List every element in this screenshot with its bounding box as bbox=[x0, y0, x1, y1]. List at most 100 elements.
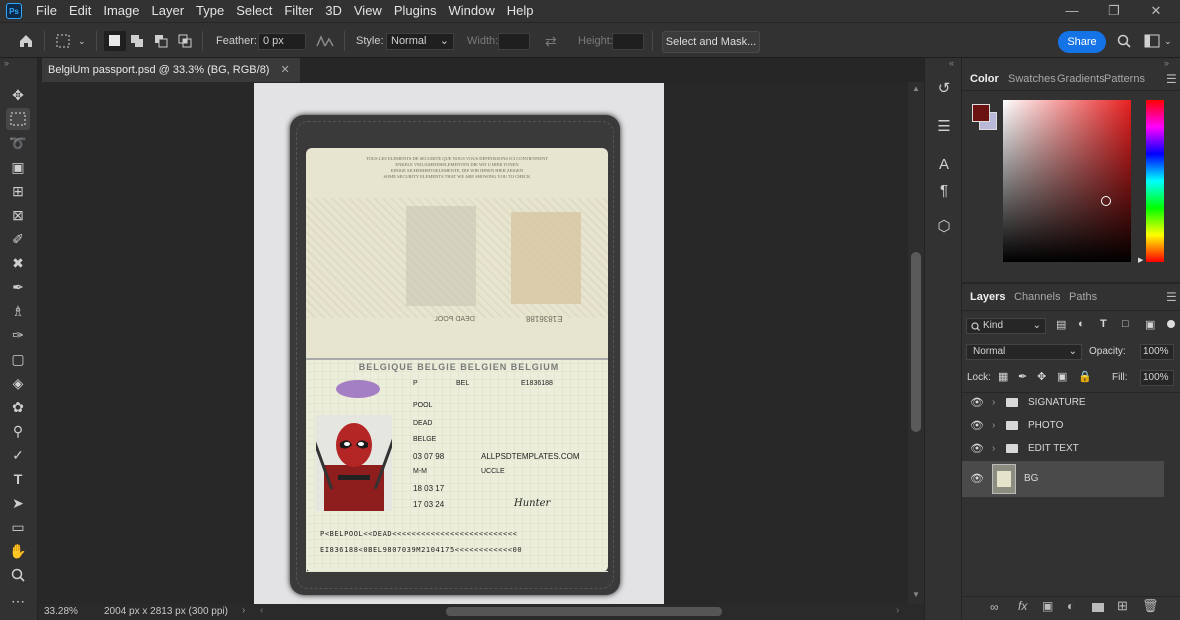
marquee-icon[interactable] bbox=[6, 108, 30, 130]
select-and-mask-button[interactable]: Select and Mask... bbox=[662, 31, 760, 53]
search-icon[interactable] bbox=[1117, 34, 1131, 48]
fill-input[interactable]: 100% bbox=[1140, 370, 1174, 386]
filter-adjustment-icon[interactable]: ◐ bbox=[1078, 318, 1085, 330]
scroll-left-icon[interactable]: ‹ bbox=[260, 605, 263, 616]
tab-layers[interactable]: Layers bbox=[970, 288, 1005, 306]
lock-artboard-icon[interactable]: ▣ bbox=[1057, 370, 1067, 383]
new-selection-button[interactable] bbox=[104, 31, 126, 51]
close-tab-icon[interactable]: ✕ bbox=[281, 64, 290, 76]
eye-icon[interactable]: 👁 bbox=[970, 438, 984, 460]
type-icon[interactable]: T bbox=[6, 468, 30, 490]
layer-style-icon[interactable]: fx bbox=[1018, 599, 1027, 613]
brush-icon[interactable]: ✒ bbox=[6, 276, 30, 298]
menu-select[interactable]: Select bbox=[230, 0, 278, 22]
pen-icon[interactable]: ✓ bbox=[6, 444, 30, 466]
workspace-icon[interactable] bbox=[1144, 34, 1160, 48]
chevron-down-icon[interactable]: ⌄ bbox=[1164, 23, 1172, 59]
filter-kind-select[interactable]: Kind ⌄ bbox=[966, 318, 1046, 334]
layer-row-signature[interactable]: 👁 › SIGNATURE bbox=[962, 392, 1164, 414]
healing-brush-icon[interactable]: ✖ bbox=[6, 252, 30, 274]
hue-slider-handle[interactable]: ▶ bbox=[1138, 256, 1143, 264]
foreground-color-swatch[interactable] bbox=[972, 104, 990, 122]
hue-slider[interactable] bbox=[1146, 100, 1164, 262]
path-selection-icon[interactable]: ➤ bbox=[6, 492, 30, 514]
lock-pixels-icon[interactable]: ✒ bbox=[1018, 370, 1027, 383]
crop-icon[interactable]: ⊞ bbox=[6, 180, 30, 202]
menu-view[interactable]: View bbox=[348, 0, 388, 22]
hand-icon[interactable]: ✋ bbox=[6, 540, 30, 562]
add-selection-icon[interactable] bbox=[130, 34, 144, 48]
style-select[interactable]: Normal ⌄ bbox=[386, 33, 454, 50]
feather-input[interactable]: 0 px bbox=[258, 33, 306, 50]
filter-image-icon[interactable]: ▤ bbox=[1056, 318, 1066, 331]
filter-type-icon[interactable]: T bbox=[1100, 318, 1107, 330]
menu-window[interactable]: Window bbox=[442, 0, 500, 22]
new-layer-icon[interactable]: ⊞ bbox=[1117, 598, 1128, 614]
clone-stamp-icon[interactable]: ♗ bbox=[6, 300, 30, 322]
3d-icon[interactable]: ⬡ bbox=[933, 216, 955, 238]
filter-smart-object-icon[interactable]: ▣ bbox=[1145, 318, 1155, 331]
dodge-icon[interactable]: ⚲ bbox=[6, 420, 30, 442]
swap-icon[interactable]: ⇄ bbox=[545, 23, 557, 59]
tab-channels[interactable]: Channels bbox=[1014, 288, 1060, 306]
collapse-icon[interactable]: » bbox=[4, 58, 9, 68]
adjustment-layer-icon[interactable]: ◐ bbox=[1067, 599, 1074, 613]
lasso-icon[interactable]: ➰ bbox=[6, 132, 30, 154]
home-icon[interactable] bbox=[18, 33, 34, 49]
layer-row-photo[interactable]: 👁 › PHOTO bbox=[962, 415, 1164, 437]
anti-alias-icon[interactable] bbox=[316, 35, 334, 47]
share-button[interactable]: Share bbox=[1058, 31, 1106, 53]
layer-row-bg[interactable]: 👁 BG bbox=[962, 461, 1164, 497]
tab-paths[interactable]: Paths bbox=[1069, 288, 1097, 306]
eye-icon[interactable]: 👁 bbox=[970, 392, 984, 414]
close-icon[interactable]: ✕ bbox=[1136, 0, 1176, 22]
eye-icon[interactable]: 👁 bbox=[970, 461, 984, 497]
vertical-scroll-thumb[interactable] bbox=[911, 252, 921, 432]
menu-help[interactable]: Help bbox=[501, 0, 540, 22]
blend-mode-select[interactable]: Normal ⌄ bbox=[966, 344, 1082, 360]
tab-gradients[interactable]: Gradients bbox=[1057, 70, 1105, 88]
width-input[interactable] bbox=[498, 33, 530, 50]
panel-menu-icon[interactable]: ☰ bbox=[1166, 72, 1177, 86]
history-icon[interactable]: ↺ bbox=[933, 78, 955, 100]
scroll-right-icon[interactable]: › bbox=[896, 605, 899, 616]
history-brush-icon[interactable]: ✑ bbox=[6, 324, 30, 346]
chevron-right-icon[interactable]: › bbox=[992, 438, 995, 460]
zoom-level[interactable]: 33.28% bbox=[44, 606, 78, 617]
marquee-tool-preset-icon[interactable] bbox=[56, 34, 70, 48]
restore-icon[interactable]: ❐ bbox=[1094, 0, 1134, 22]
collapse-icon[interactable]: » bbox=[1164, 58, 1169, 68]
color-picker-field[interactable] bbox=[1003, 100, 1131, 262]
paragraph-icon[interactable]: ¶ bbox=[933, 180, 955, 202]
chevron-right-icon[interactable]: › bbox=[992, 392, 995, 414]
document-canvas[interactable]: TOUS LES ELEMENTS DE SECURITE QUE NOUS V… bbox=[254, 83, 664, 604]
eyedropper-icon[interactable]: ✐ bbox=[6, 228, 30, 250]
menu-edit[interactable]: Edit bbox=[63, 0, 97, 22]
canvas-area[interactable]: TOUS LES ELEMENTS DE SECURITE QUE NOUS V… bbox=[38, 82, 908, 604]
eye-icon[interactable]: 👁 bbox=[970, 415, 984, 437]
eraser-icon[interactable]: ▢ bbox=[6, 348, 30, 370]
menu-filter[interactable]: Filter bbox=[278, 0, 319, 22]
zoom-icon[interactable] bbox=[6, 564, 30, 586]
trash-icon[interactable]: 🗑 bbox=[1142, 598, 1159, 614]
tab-color[interactable]: Color bbox=[970, 70, 999, 88]
rectangle-icon[interactable]: ▭ bbox=[6, 516, 30, 538]
blur-icon[interactable]: ✿ bbox=[6, 396, 30, 418]
add-mask-icon[interactable]: ▣ bbox=[1042, 599, 1053, 613]
folder-icon[interactable] bbox=[1092, 603, 1104, 612]
color-picker-cursor[interactable] bbox=[1101, 196, 1111, 206]
status-menu-icon[interactable]: › bbox=[242, 605, 245, 616]
object-selection-icon[interactable]: ▣ bbox=[6, 156, 30, 178]
filter-shape-icon[interactable]: □ bbox=[1122, 318, 1129, 330]
move-icon[interactable]: ✥ bbox=[6, 84, 30, 106]
link-layers-icon[interactable]: ∞ bbox=[990, 600, 999, 614]
opacity-input[interactable]: 100% bbox=[1140, 344, 1174, 360]
minimize-icon[interactable]: — bbox=[1052, 0, 1092, 22]
subtract-selection-icon[interactable] bbox=[154, 34, 168, 48]
collapse-icon[interactable]: « bbox=[949, 58, 954, 68]
height-input[interactable] bbox=[612, 33, 644, 50]
menu-plugins[interactable]: Plugins bbox=[388, 0, 443, 22]
horizontal-scroll-thumb[interactable] bbox=[446, 607, 722, 616]
lock-all-icon[interactable]: 🔒 bbox=[1078, 370, 1092, 383]
frame-icon[interactable]: ⊠ bbox=[6, 204, 30, 226]
